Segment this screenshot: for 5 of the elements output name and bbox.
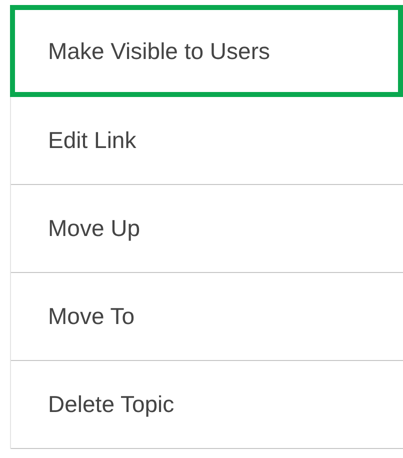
menu-item[interactable]: Make Visible to Users — [10, 5, 403, 97]
menu-item[interactable]: Move To — [11, 273, 403, 361]
menu-item[interactable]: Delete Topic — [11, 361, 403, 449]
menu-item[interactable]: Move Up — [11, 185, 403, 273]
menu-item[interactable]: Edit Link — [11, 97, 403, 185]
